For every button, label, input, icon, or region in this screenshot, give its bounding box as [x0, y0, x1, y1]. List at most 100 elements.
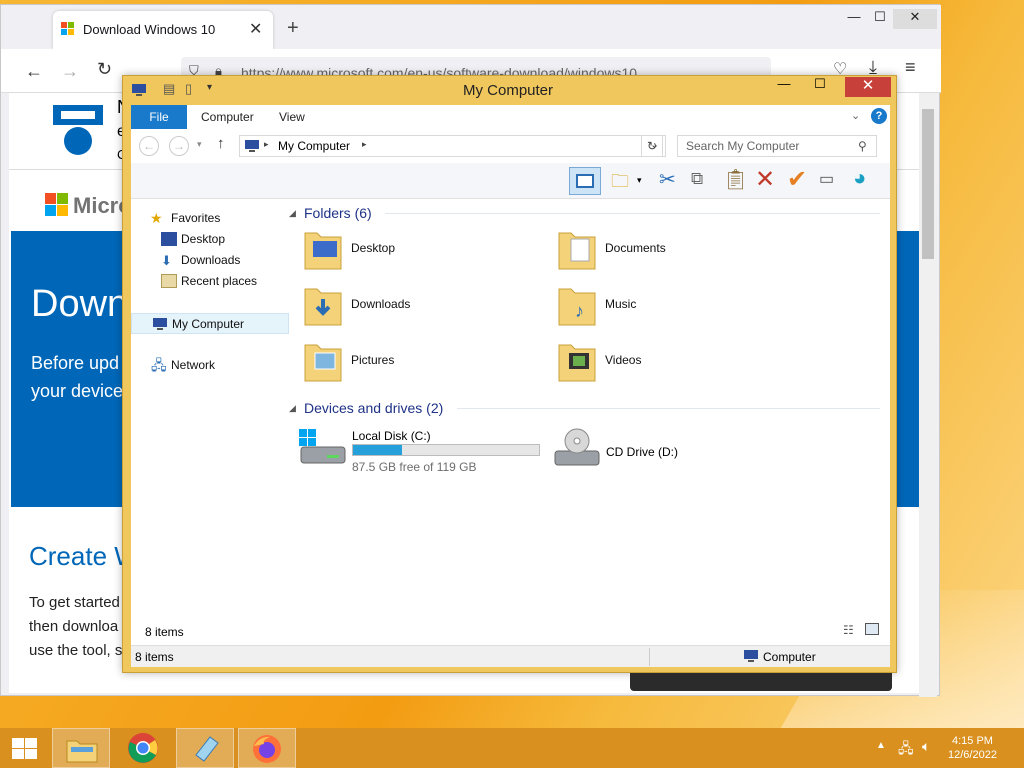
large-icons-view-icon[interactable] — [865, 623, 879, 635]
page-scrollbar[interactable] — [919, 93, 937, 697]
search-icon[interactable]: ⚲ — [858, 139, 867, 153]
nav-my-computer-label: My Computer — [172, 317, 245, 331]
taskbar-app[interactable] — [176, 728, 234, 768]
folder-documents[interactable]: Documents — [549, 225, 789, 277]
folder-icon — [304, 232, 342, 270]
network-status-icon[interactable]: 🖧︎ — [898, 738, 914, 762]
folder-music[interactable]: ♪ Music — [549, 281, 789, 333]
folder-videos[interactable]: Videos — [549, 337, 789, 389]
properties-icon[interactable]: ▭ — [819, 169, 834, 189]
breadcrumb-chevron-icon[interactable]: ▸ — [264, 139, 269, 150]
copy-icon[interactable]: ⧉ — [691, 169, 703, 189]
body-text-line: use the tool, s — [29, 642, 123, 659]
clock-date: 12/6/2022 — [948, 749, 997, 761]
recent-locations-icon[interactable]: ▾ — [197, 139, 202, 150]
hard-drive-icon — [299, 429, 346, 464]
cut-icon[interactable]: ✂ — [659, 167, 676, 192]
collapse-group-icon[interactable]: ◢ — [289, 208, 296, 219]
explorer-maximize-button[interactable]: ☐ — [805, 76, 835, 96]
options-dropdown-icon[interactable]: ▾ — [637, 175, 642, 186]
nav-recent-places[interactable]: Recent places — [131, 271, 289, 292]
show-hidden-icons-icon[interactable]: ▲ — [876, 740, 886, 751]
properties-quick-icon[interactable]: ▤ — [163, 81, 175, 97]
forward-icon[interactable]: → — [169, 136, 189, 156]
status-location: Computer — [763, 650, 816, 664]
nav-downloads[interactable]: ⬇ Downloads — [131, 250, 289, 271]
nav-downloads-label: Downloads — [181, 253, 241, 267]
drive-free-space: 87.5 GB free of 119 GB — [352, 460, 477, 474]
up-icon[interactable]: ↑ — [217, 135, 225, 152]
microsoft-logo-icon — [45, 193, 68, 216]
folder-icon — [558, 232, 596, 270]
tab-computer[interactable]: Computer — [201, 110, 254, 124]
folder-label: Documents — [605, 241, 666, 255]
computer-icon — [744, 650, 758, 662]
customize-quick-access-icon[interactable]: ▾ — [207, 82, 212, 93]
back-icon[interactable]: ← — [25, 61, 43, 82]
collapse-group-icon[interactable]: ◢ — [289, 403, 296, 414]
network-map-icon[interactable]: ◕ — [853, 165, 866, 191]
drive-name: CD Drive (D:) — [606, 445, 678, 459]
explorer-close-button[interactable]: ✕ — [845, 77, 891, 97]
folder-downloads[interactable]: Downloads — [295, 281, 535, 333]
tab-file[interactable]: File — [131, 105, 187, 129]
star-icon: ★ — [150, 210, 163, 226]
browser-close-button[interactable]: ✕ — [893, 9, 937, 29]
reload-icon[interactable]: ↻ — [97, 59, 112, 80]
computer-icon — [245, 140, 259, 152]
rename-check-icon[interactable]: ✔ — [787, 165, 807, 194]
nav-favorites-label: Favorites — [171, 211, 221, 225]
folder-label: Music — [605, 297, 637, 311]
nav-network[interactable]: 🖧︎ Network — [131, 355, 289, 376]
layout-preview-pane-icon[interactable] — [569, 167, 601, 195]
ms-hero-logo-icon — [53, 105, 103, 155]
folder-desktop[interactable]: Desktop — [295, 225, 535, 277]
disk-usage-bar — [352, 444, 540, 456]
hero-title: Down — [31, 283, 129, 325]
folders-group-header[interactable]: Folders (6) — [304, 205, 372, 221]
nav-desktop[interactable]: Desktop — [131, 229, 289, 250]
new-tab-button[interactable]: + — [287, 17, 299, 40]
body-text: To get started then downloa use the tool… — [29, 591, 122, 663]
taskbar-chrome[interactable] — [114, 728, 172, 768]
help-icon[interactable]: ? — [871, 108, 887, 124]
tab-view[interactable]: View — [279, 110, 305, 124]
new-folder-quick-icon[interactable]: ▯ — [185, 81, 192, 97]
taskbar-file-explorer[interactable] — [52, 728, 110, 768]
tab-close-icon[interactable]: ✕ — [249, 19, 262, 39]
paste-icon[interactable]: 📋︎ — [723, 167, 748, 192]
hero-text: Before upd your device — [31, 349, 123, 405]
forward-icon[interactable]: → — [61, 61, 79, 82]
breadcrumb-my-computer[interactable]: My Computer — [278, 139, 350, 153]
explorer-title: My Computer — [463, 82, 554, 99]
address-bar[interactable]: ▸ My Computer ▸ ⌄ — [239, 135, 666, 157]
explorer-titlebar[interactable]: ▤ ▯ ▾ My Computer — ☐ ✕ — [123, 76, 898, 104]
refresh-icon[interactable]: ↻ — [641, 135, 663, 157]
details-view-icon[interactable]: ☷ — [843, 623, 854, 637]
volume-icon[interactable]: 🔈︎ — [922, 738, 930, 755]
devices-group-header[interactable]: Devices and drives (2) — [304, 400, 443, 416]
item-count-label: 8 items — [145, 625, 184, 639]
cd-drive-icon — [554, 428, 600, 466]
menu-icon[interactable]: ≡ — [905, 57, 916, 78]
start-windows-icon[interactable] — [12, 738, 38, 760]
explorer-minimize-button[interactable]: — — [769, 76, 799, 96]
browser-maximize-button[interactable]: ☐ — [865, 9, 895, 29]
nav-my-computer[interactable]: My Computer — [131, 313, 289, 334]
back-icon[interactable]: ← — [139, 136, 159, 156]
scrollbar-thumb[interactable] — [922, 109, 934, 259]
expand-ribbon-icon[interactable]: ⌄ — [851, 109, 860, 122]
clock[interactable]: 4:15 PM 12/6/2022 — [948, 734, 997, 762]
taskbar-firefox[interactable] — [238, 728, 296, 768]
items-view: ◢ Folders (6) Desktop Documents Download… — [145, 199, 890, 645]
folder-options-icon[interactable]: 🗀︎ — [611, 169, 629, 199]
browser-tab[interactable]: Download Windows 10 ✕ — [53, 11, 273, 49]
drive-local-disk-c[interactable]: Local Disk (C:) 87.5 GB free of 119 GB — [295, 423, 545, 475]
drive-cd-d[interactable]: CD Drive (D:) — [549, 423, 799, 475]
folder-pictures[interactable]: Pictures — [295, 337, 535, 389]
nav-favorites[interactable]: ★ Favorites — [131, 208, 289, 229]
search-input[interactable]: Search My Computer ⚲ — [677, 135, 877, 157]
status-bar: 8 items Computer — [131, 645, 890, 667]
breadcrumb-chevron-icon[interactable]: ▸ — [362, 139, 367, 150]
delete-icon[interactable]: ✕ — [755, 165, 775, 194]
